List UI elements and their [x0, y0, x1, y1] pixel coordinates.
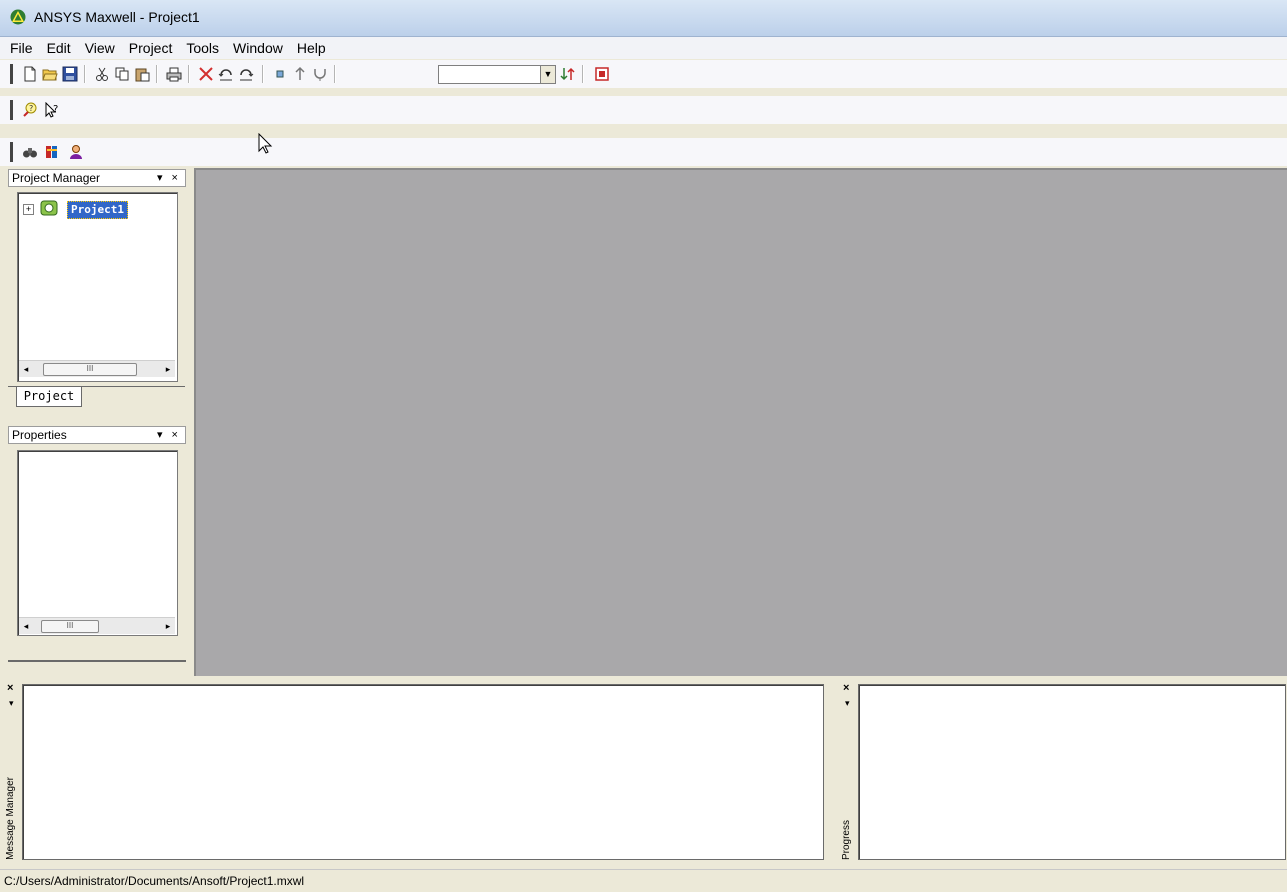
scroll-right-icon[interactable]: ▸ — [161, 361, 175, 377]
validate-icon[interactable] — [292, 66, 308, 82]
progress-pane: × ▾ Progress — [836, 680, 1287, 864]
user-icon[interactable] — [68, 144, 84, 160]
menu-window[interactable]: Window — [226, 37, 290, 57]
tab-baseline — [8, 386, 185, 387]
help-toolbar: ? ? — [0, 96, 1287, 124]
properties-title: Properties — [12, 428, 67, 442]
project-tree[interactable]: ◂ III ▸ — [17, 192, 178, 382]
toolbar-grip[interactable] — [10, 142, 13, 162]
binoculars-icon[interactable] — [22, 144, 38, 160]
menu-help[interactable]: Help — [290, 37, 333, 57]
properties-grid[interactable]: ◂ III ▸ — [17, 450, 178, 636]
close-icon[interactable]: × — [843, 682, 849, 694]
toolbar-separator — [262, 65, 264, 83]
standard-toolbar: ▼ — [0, 60, 1287, 88]
pin-icon[interactable]: ▾ — [9, 698, 14, 709]
toolbar-grip[interactable] — [10, 64, 13, 84]
view-toolbar — [0, 138, 1287, 166]
properties-bottom-border — [8, 660, 186, 662]
scroll-thumb[interactable]: III — [43, 363, 137, 376]
undo-icon[interactable] — [218, 66, 234, 82]
project-tree-scrollbar[interactable]: ◂ III ▸ — [19, 360, 175, 377]
print-icon[interactable] — [166, 66, 182, 82]
open-folder-icon[interactable] — [42, 66, 58, 82]
project-manager-title: Project Manager — [12, 171, 101, 185]
design-selector-combo[interactable]: ▼ — [438, 65, 556, 84]
save-icon[interactable] — [62, 66, 78, 82]
message-manager-pane: × ▾ Message Manager — [0, 680, 830, 864]
tree-item-project1[interactable]: Project1 — [67, 201, 128, 219]
status-path: C:/Users/Administrator/Documents/Ansoft/… — [4, 874, 305, 888]
svg-text:?: ? — [29, 104, 33, 113]
properties-header[interactable]: Properties ▾ × — [8, 426, 186, 444]
menu-project[interactable]: Project — [122, 37, 180, 57]
toolbar-separator — [156, 65, 158, 83]
window-title: ANSYS Maxwell - Project1 — [34, 9, 200, 25]
scroll-right-icon[interactable]: ▸ — [161, 618, 175, 634]
pin-icon[interactable]: ▾ — [845, 698, 850, 709]
menu-edit[interactable]: Edit — [40, 37, 78, 57]
new-file-icon[interactable] — [22, 66, 38, 82]
menu-bar: File Edit View Project Tools Window Help — [0, 37, 1287, 59]
sort-icon[interactable] — [560, 66, 576, 82]
tab-project[interactable]: Project — [16, 386, 82, 407]
project-icon — [40, 200, 58, 216]
panel-controls[interactable]: ▾ × — [157, 170, 181, 186]
toolbar-separator — [84, 65, 86, 83]
close-icon[interactable]: × — [7, 682, 13, 694]
paste-icon[interactable] — [134, 66, 150, 82]
message-list[interactable] — [22, 684, 824, 860]
design-workspace[interactable] — [194, 168, 1287, 676]
svg-text:?: ? — [53, 104, 58, 115]
analyze-icon[interactable] — [312, 66, 328, 82]
progress-list[interactable] — [858, 684, 1286, 860]
toolbar-separator — [334, 65, 336, 83]
message-manager-strip: × ▾ Message Manager — [4, 680, 20, 864]
status-bar: C:/Users/Administrator/Documents/Ansoft/… — [0, 869, 1287, 892]
chevron-down-icon[interactable]: ▼ — [540, 66, 555, 83]
progress-strip: × ▾ Progress — [840, 680, 856, 864]
material-library-icon[interactable] — [44, 144, 60, 160]
redo-icon[interactable] — [238, 66, 254, 82]
toolbar-separator — [188, 65, 190, 83]
menu-view[interactable]: View — [78, 37, 122, 57]
progress-label: Progress — [841, 819, 852, 860]
delete-icon[interactable] — [198, 66, 214, 82]
properties-scrollbar[interactable]: ◂ III ▸ — [19, 617, 175, 634]
menu-file[interactable]: File — [0, 37, 40, 57]
message-manager-label: Message Manager — [5, 777, 16, 860]
help-topics-icon[interactable]: ? — [22, 102, 38, 118]
project-manager-header[interactable]: Project Manager ▾ × — [8, 169, 186, 187]
panel-controls[interactable]: ▾ × — [157, 427, 181, 443]
mouse-cursor-icon — [258, 133, 273, 154]
scroll-left-icon[interactable]: ◂ — [19, 361, 33, 377]
stop-icon[interactable] — [594, 66, 610, 82]
insert-design-icon[interactable] — [272, 66, 288, 82]
context-help-icon[interactable]: ? — [44, 102, 60, 118]
title-bar: ANSYS Maxwell - Project1 — [0, 0, 1287, 37]
copy-icon[interactable] — [114, 66, 130, 82]
menu-tools[interactable]: Tools — [179, 37, 226, 57]
scroll-thumb[interactable]: III — [41, 620, 99, 633]
scroll-left-icon[interactable]: ◂ — [19, 618, 33, 634]
tree-expand-icon[interactable]: + — [23, 204, 34, 215]
toolbar-grip[interactable] — [10, 100, 13, 120]
ansys-app-icon — [10, 9, 26, 25]
cut-icon[interactable] — [94, 66, 110, 82]
toolbar-separator — [582, 65, 584, 83]
